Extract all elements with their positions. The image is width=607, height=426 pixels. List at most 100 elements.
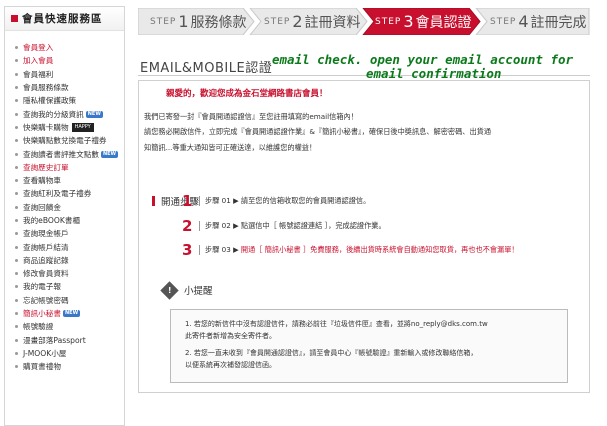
new-badge: NEW: [85, 110, 103, 118]
steps-heading: 開通步驟: [161, 197, 200, 208]
sidebar-item-label: 查詢我的分級資訊: [23, 109, 84, 119]
sidebar-item[interactable]: 忘記帳號密碼: [5, 294, 124, 307]
sidebar-item[interactable]: 查看購物車: [5, 174, 124, 187]
sidebar-item[interactable]: 帳號驗證: [5, 320, 124, 333]
intro-line-1: 我們已寄發一封『會員開通認證信』至您註冊填寫的email信箱內！: [144, 112, 358, 121]
sidebar-item[interactable]: 會員登入: [5, 41, 124, 54]
step-number: 3: [403, 12, 414, 31]
bullet-icon: [15, 72, 18, 76]
step-number: 1: [178, 12, 189, 31]
sidebar-item[interactable]: 查詢歷史訂單: [5, 161, 124, 174]
intro-line-3: 知簡訊...等重大通知皆可正確送達，以維護您的權益！: [144, 143, 317, 152]
tip-line-3: 2. 若您一直未收到『會員開通認證信』，請至會員中心『帳號驗證』重新輸入或修改聯…: [185, 349, 478, 357]
tip-line-2: 此寄件者新增為安全寄件者。: [185, 332, 276, 340]
step-prefix: STEP: [490, 16, 517, 27]
sidebar-item[interactable]: 漫畫部落Passport: [5, 334, 124, 347]
section-marker: [152, 196, 155, 206]
sidebar-item[interactable]: 簡訊小秘書 NEW: [5, 307, 124, 320]
procedure-prefix-1: 步驟 01 ▶: [205, 196, 239, 205]
sidebar-item[interactable]: 查詢讀者書評推文點數 NEW: [5, 147, 124, 160]
sidebar-menu: 會員登入 加入會員 會員福利 會員服務條款 隱私權保護政策 查詢我的分級資訊 NEW 快樂購卡…: [5, 31, 124, 373]
sidebar-item-label: 隱私權保護政策: [23, 96, 77, 106]
tips-box: 1. 若您的新信件中沒有認證信件，請務必前往『垃圾信件匣』查看，並將no_rep…: [170, 309, 568, 383]
sidebar-item-label: 漫畫部落Passport: [23, 335, 86, 345]
sidebar-item[interactable]: J-MOOK小屋: [5, 347, 124, 360]
step-number: 2: [292, 12, 303, 31]
tip-line-1: 1. 若您的新信件中沒有認證信件，請務必前往『垃圾信件匣』查看，並將no_rep…: [185, 320, 488, 328]
sidebar-item-label: 修改會員資料: [23, 269, 69, 279]
welcome-message: 親愛的，歡迎您成為金石堂網路書店會員！: [166, 89, 328, 99]
procedure-step-2: 步驟 02 ▶ 點選信中［ 帳號認證連結 ］，完成認證作業。: [199, 221, 386, 231]
sidebar-item-label: 查詢讀者書評推文點數: [23, 149, 99, 159]
step-4: STEP 4 註冊完成: [490, 8, 587, 35]
bullet-icon: [15, 351, 18, 355]
sidebar-item[interactable]: 會員服務條款: [5, 81, 124, 94]
sidebar-item[interactable]: 我的eBOOK書櫃: [5, 214, 124, 227]
bullet-icon: [15, 365, 18, 369]
sidebar-item[interactable]: 查詢紅利及電子禮券: [5, 187, 124, 200]
happy-card-badge: HAPPY: [71, 122, 94, 132]
page-title: EMAIL&MOBILE認證: [140, 61, 273, 76]
procedure-step-1: 步驟 01 ▶ 請至您的信箱收取您的會員開通認證信。: [199, 196, 370, 206]
bullet-icon: [15, 245, 18, 249]
bullet-icon: [15, 258, 18, 262]
procedure-number-2: 2: [182, 217, 193, 235]
procedure-prefix-2: 步驟 02 ▶: [205, 221, 239, 230]
sidebar-item[interactable]: 快樂購點數兌換電子禮券: [5, 134, 124, 147]
warning-mark: !: [167, 285, 172, 295]
annotation-line-1: email check. open your email account for: [272, 52, 574, 67]
sidebar-item-label: 商品追蹤記錄: [23, 255, 69, 265]
sidebar-item-label: 會員福利: [23, 69, 54, 79]
sidebar-item-label: 會員服務條款: [23, 83, 69, 93]
sidebar-item[interactable]: 加入會員: [5, 54, 124, 67]
sidebar-item[interactable]: 隱私權保護政策: [5, 94, 124, 107]
sidebar-item[interactable]: 查詢現金帳戶: [5, 227, 124, 240]
bullet-icon: [15, 272, 18, 276]
bullet-icon: [15, 59, 18, 63]
bullet-icon: [15, 46, 18, 50]
sidebar-item-label: 購買書禮物: [23, 362, 61, 372]
sidebar-item[interactable]: 購買書禮物: [5, 360, 124, 373]
bullet-icon: [15, 139, 18, 143]
sidebar-item-label: 查詢紅利及電子禮券: [23, 189, 92, 199]
sidebar-item[interactable]: 查詢回饋金: [5, 201, 124, 214]
procedure-number-3: 3: [182, 241, 193, 259]
sidebar-item-label: 查詢回饋金: [23, 202, 61, 212]
bullet-icon: [15, 86, 18, 90]
sidebar-item-label: 查詢帳戶結清: [23, 242, 69, 252]
step-label: 會員認證: [415, 14, 472, 31]
step-label: 註冊資料: [304, 14, 361, 31]
member-sidebar: 會員快速服務區 會員登入加入會員會員福利會員服務條款 隱私權保護政策 查詢我的分級資…: [4, 6, 125, 426]
sidebar-item[interactable]: 修改會員資料: [5, 267, 124, 280]
step-prefix: STEP: [150, 16, 177, 27]
procedure-step-3: 步驟 03 ▶ 開通［ 簡訊小秘書 ］免費服務，後續出貨時系統會自動通知您取貨，…: [199, 245, 519, 255]
procedure-text-2[interactable]: 點選信中［ 帳號認證連結 ］，完成認證作業。: [241, 221, 386, 230]
page: 會員快速服務區 會員登入加入會員會員福利會員服務條款 隱私權保護政策 查詢我的分級資…: [0, 0, 607, 426]
bullet-icon: [15, 325, 18, 329]
bullet-icon: [15, 179, 18, 183]
new-badge: NEW: [100, 150, 119, 158]
sidebar-item[interactable]: 會員福利: [5, 68, 124, 81]
sidebar-item[interactable]: 我的電子報: [5, 280, 124, 293]
step-2: STEP 2 註冊資料: [264, 8, 361, 35]
sidebar-item-label: 會員登入: [23, 43, 54, 53]
step-1: STEP 1 服務條款: [150, 8, 247, 35]
sidebar-item[interactable]: 查詢我的分級資訊 NEW: [5, 107, 124, 120]
step-label: 服務條款: [190, 14, 247, 31]
procedure-text-3[interactable]: 開通［ 簡訊小秘書 ］免費服務，後續出貨時系統會自動通知您取貨，再也也不會漏單！: [241, 245, 519, 254]
sidebar-item-label: 快樂購點數兌換電子禮券: [23, 136, 107, 146]
sidebar-item[interactable]: 快樂購卡購物 HAPPY: [5, 121, 124, 134]
intro-line-2: 請您務必開啟信件，立即完成『會員開通認證作業』&『簡訊小秘書』，確保日後中獎訊息…: [144, 127, 492, 136]
bullet-icon: [15, 165, 18, 169]
bullet-icon: [15, 112, 18, 116]
sidebar-title: 會員快速服務區: [22, 13, 103, 25]
bullet-icon: [15, 192, 18, 196]
sidebar-item-label: 加入會員: [23, 56, 54, 66]
sidebar-item-label: 查看購物車: [23, 176, 61, 186]
sidebar-item[interactable]: 查詢帳戶結清: [5, 240, 124, 253]
tips-heading: 小提醒: [184, 286, 213, 297]
sidebar-item-label: 忘記帳號密碼: [23, 295, 69, 305]
sidebar-item[interactable]: 商品追蹤記錄: [5, 254, 124, 267]
sidebar-item-label: J-MOOK小屋: [23, 348, 67, 358]
procedure-prefix-3: 步驟 03 ▶: [205, 245, 239, 254]
